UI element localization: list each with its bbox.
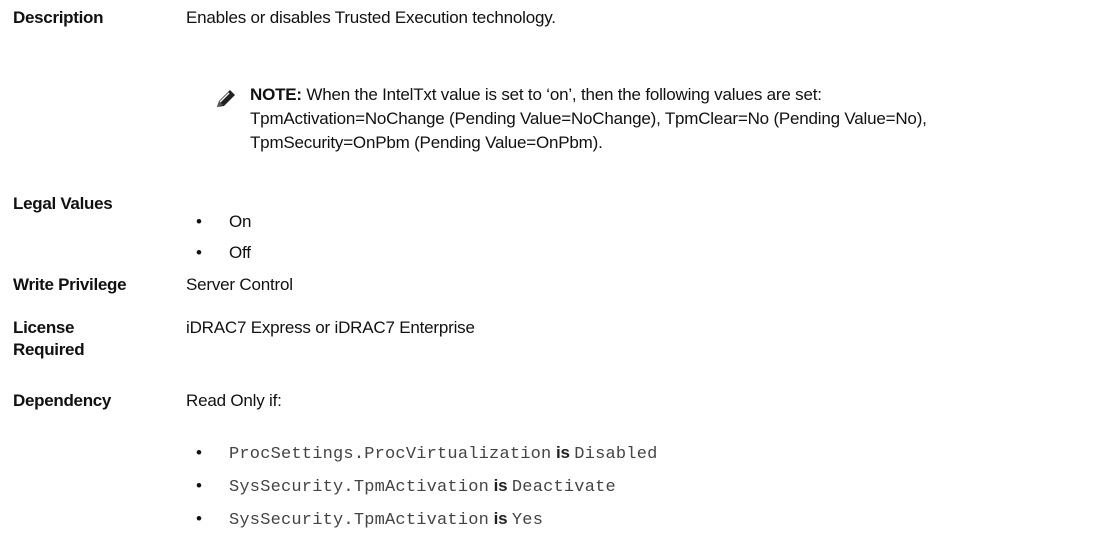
- dependency-intro: Read Only if:: [186, 391, 282, 410]
- legal-value-item: On: [196, 206, 251, 237]
- legal-values-label: Legal Values: [13, 194, 113, 213]
- condition-value: Yes: [511, 511, 544, 530]
- note-prefix: NOTE:: [250, 85, 302, 104]
- write-privilege-value: Server Control: [186, 275, 293, 294]
- legal-values-list: On Off: [196, 206, 251, 268]
- condition-value: Disabled: [574, 445, 658, 464]
- license-required-label: License Required: [13, 318, 85, 359]
- note-block: NOTE: When the IntelTxt value is set to …: [250, 83, 1110, 155]
- dependency-conditions: ProcSettings.ProcVirtualization is Disab…: [196, 437, 658, 536]
- description-label: Description: [13, 8, 104, 27]
- condition-connector: is: [493, 509, 508, 528]
- condition-value: Deactivate: [511, 478, 616, 497]
- write-privilege-label: Write Privilege: [13, 275, 127, 294]
- dependency-condition: SysSecurity.TpmActivation is Deactivate: [196, 470, 658, 503]
- dependency-condition: SysSecurity.TpmActivation is Yes: [196, 503, 658, 536]
- legal-value-item: Off: [196, 237, 251, 268]
- condition-attribute: ProcSettings.ProcVirtualization: [229, 445, 552, 464]
- note-line-3: TpmSecurity=OnPbm (Pending Value=OnPbm).: [250, 133, 603, 152]
- description-text: Enables or disables Trusted Execution te…: [186, 8, 556, 27]
- condition-connector: is: [555, 443, 570, 462]
- license-required-value: iDRAC7 Express or iDRAC7 Enterprise: [186, 318, 475, 337]
- dependency-label: Dependency: [13, 391, 112, 410]
- dependency-condition: ProcSettings.ProcVirtualization is Disab…: [196, 437, 658, 470]
- condition-attribute: SysSecurity.TpmActivation: [229, 478, 490, 497]
- note-line-2: TpmActivation=NoChange (Pending Value=No…: [250, 109, 927, 128]
- condition-attribute: SysSecurity.TpmActivation: [229, 511, 490, 530]
- note-line-1: NOTE: When the IntelTxt value is set to …: [250, 85, 822, 104]
- pencil-note-icon: [215, 88, 237, 110]
- condition-connector: is: [493, 476, 508, 495]
